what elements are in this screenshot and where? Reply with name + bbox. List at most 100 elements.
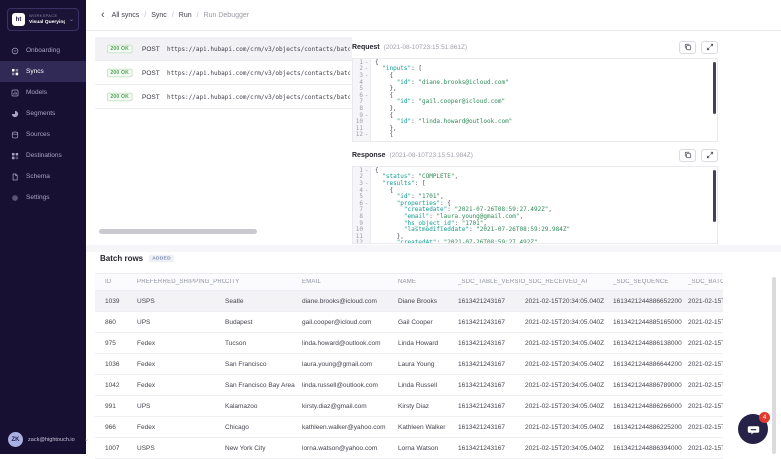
page-scrollbar[interactable] bbox=[772, 277, 776, 454]
table-cell: 1613421243167 bbox=[458, 340, 525, 347]
code-line: 5 }, bbox=[353, 85, 717, 92]
breadcrumb-item[interactable]: All syncs bbox=[112, 12, 140, 19]
table-row[interactable]: 966FedexChicagokathleen.walker@yahoo.com… bbox=[95, 417, 723, 438]
request-method: POST bbox=[142, 94, 160, 101]
copy-button[interactable] bbox=[679, 149, 696, 162]
table-cell: 2021-02-15T2 bbox=[688, 424, 723, 431]
request-method: POST bbox=[142, 46, 160, 53]
table-row[interactable]: 991UPSKalamazookirsty.diaz@gmail.comKirs… bbox=[95, 396, 723, 417]
back-chevron-icon[interactable]: ‹ bbox=[101, 10, 105, 21]
breadcrumb-separator: / bbox=[197, 12, 199, 19]
breadcrumb-item[interactable]: Run bbox=[179, 12, 192, 19]
table-cell: 2021-02-15T2 bbox=[688, 403, 723, 410]
sidebar-item-label: Onboarding bbox=[26, 47, 60, 54]
table-row[interactable]: 860UPSBudapestgail.cooper@icloud.comGail… bbox=[95, 312, 723, 333]
table-cell: 2021-02-15T20:34:05.040Z bbox=[525, 340, 613, 347]
table-cell: Chicago bbox=[225, 424, 302, 431]
table-cell: 1613421243167 bbox=[458, 445, 525, 452]
table-cell: Kathleen Walker bbox=[398, 424, 458, 431]
request-timestamp: (2021-08-10T23:15:51.861Z) bbox=[384, 44, 467, 51]
breadcrumb-item[interactable]: Sync bbox=[151, 12, 167, 19]
table-cell: Fedex bbox=[137, 361, 225, 368]
table-cell: Fedex bbox=[137, 424, 225, 431]
table-cell: Tucson bbox=[225, 340, 302, 347]
sidebar-item-models[interactable]: Models bbox=[0, 82, 86, 103]
expand-icon bbox=[706, 43, 714, 51]
table-cell: Kalamazoo bbox=[225, 403, 302, 410]
table-cell: 2021-02-15T20:34:05.040Z bbox=[525, 298, 613, 305]
table-row[interactable]: 1039USPSSeatlediane.brooks@icloud.comDia… bbox=[95, 291, 723, 312]
table-cell: linda.howard@outlook.com bbox=[302, 340, 398, 347]
code-line: 3- "results": [ bbox=[353, 180, 717, 187]
table-cell: kathleen.walker@yahoo.com bbox=[302, 424, 398, 431]
response-panel-title: Response bbox=[352, 152, 385, 159]
table-row[interactable]: 1042FedexSan Francisco Bay Arealinda.rus… bbox=[95, 375, 723, 396]
table-cell: 2021-02-15T2 bbox=[688, 382, 723, 389]
column-header: CITY bbox=[225, 279, 302, 285]
copy-button[interactable] bbox=[679, 41, 696, 54]
table-cell: 1613421243167 bbox=[458, 298, 525, 305]
table-cell: linda.russell@outlook.com bbox=[302, 382, 398, 389]
user-menu[interactable]: ZK zack@hightouch.io ⌄ bbox=[8, 432, 82, 447]
horizontal-scrollbar[interactable] bbox=[99, 229, 257, 234]
table-cell: 1613421244886644200 bbox=[613, 361, 688, 368]
table-row[interactable]: 975FedexTucsonlinda.howard@outlook.comLi… bbox=[95, 333, 723, 354]
avatar: ZK bbox=[8, 432, 23, 447]
sidebar: ht WORKSPACE Visual Querying D... ⌄ Onbo… bbox=[0, 0, 86, 454]
workspace-label: WORKSPACE bbox=[29, 14, 53, 17]
topbar: ‹ All syncs/Sync/Run/Run Debugger bbox=[86, 0, 781, 31]
syncs-icon bbox=[11, 68, 19, 76]
table-row[interactable]: 1007USPSNew York Citylorna.watson@yahoo.… bbox=[95, 438, 723, 459]
table-cell: 1036 bbox=[95, 361, 137, 368]
sidebar-item-label: Schema bbox=[26, 173, 50, 180]
sidebar-item-onboarding[interactable]: Onboarding bbox=[0, 40, 86, 61]
column-header: _SDC_BATCHED bbox=[688, 279, 723, 285]
code-line: 11 }, bbox=[353, 125, 717, 132]
table-cell: 1039 bbox=[95, 298, 137, 305]
response-json-editor[interactable]: 1-{2 "status": "COMPLETE",3- "results": … bbox=[352, 166, 718, 244]
request-panel-actions bbox=[674, 41, 718, 54]
sidebar-item-sources[interactable]: Sources bbox=[0, 124, 86, 145]
sidebar-item-schema[interactable]: Schema bbox=[0, 166, 86, 187]
onboarding-icon bbox=[11, 47, 19, 55]
request-row[interactable]: 200 OKPOSThttps://api.hubapi.com/crm/v3/… bbox=[95, 61, 352, 85]
request-row[interactable]: 200 OKPOSThttps://api.hubapi.com/crm/v3/… bbox=[95, 85, 352, 109]
sidebar-item-label: Sources bbox=[26, 131, 50, 138]
vertical-scrollbar[interactable] bbox=[713, 170, 716, 222]
table-cell: USPS bbox=[137, 298, 225, 305]
sidebar-item-destinations[interactable]: Destinations bbox=[0, 145, 86, 166]
table-cell: 2021-02-15T20:34:05.040Z bbox=[525, 403, 613, 410]
table-cell: 1613421243167 bbox=[458, 382, 525, 389]
table-cell: Fedex bbox=[137, 340, 225, 347]
vertical-scrollbar[interactable] bbox=[713, 62, 716, 114]
expand-button[interactable] bbox=[701, 149, 718, 162]
table-cell: 1613421243167 bbox=[458, 361, 525, 368]
sidebar-item-settings[interactable]: Settings bbox=[0, 187, 86, 208]
table-row[interactable]: 1036FedexSan Franciscolaura.young@gmail.… bbox=[95, 354, 723, 375]
batch-rows-section: Batch rows ADDED IDPREFERRED_SHIPPING_PR… bbox=[95, 252, 781, 459]
expand-button[interactable] bbox=[701, 41, 718, 54]
code-line: 12 "createdAt": "2021-07-26T08:59:27.492… bbox=[353, 240, 717, 244]
section-divider bbox=[86, 245, 781, 252]
table-cell: laura.young@gmail.com bbox=[302, 361, 398, 368]
table-cell: 1613421244886138000 bbox=[613, 340, 688, 347]
request-row[interactable]: 200 OKPOSThttps://api.hubapi.com/crm/v3/… bbox=[95, 37, 352, 61]
request-method: POST bbox=[142, 70, 160, 77]
table-cell: 2021-02-15T20:34:05.040Z bbox=[525, 382, 613, 389]
schema-icon bbox=[11, 173, 19, 181]
code-line: 2- "inputs": [ bbox=[353, 66, 717, 73]
table-cell: Fedex bbox=[137, 382, 225, 389]
chat-widget-button[interactable]: 4 bbox=[738, 414, 768, 444]
table-cell: Linda Russell bbox=[398, 382, 458, 389]
table-cell: 2021-02-15T20:34:05.040Z bbox=[525, 424, 613, 431]
table-cell: 2021-02-15T20:34:05.040Z bbox=[525, 319, 613, 326]
hightouch-logo: ht bbox=[12, 13, 25, 26]
workspace-name: Visual Querying D... bbox=[29, 19, 58, 25]
response-panel-header: Response (2021-08-10T23:15:51.984Z) bbox=[352, 148, 718, 162]
table-cell: lorna.watson@yahoo.com bbox=[302, 445, 398, 452]
request-json-editor[interactable]: 1-{2- "inputs": [3- {4 "id": "diane.broo… bbox=[352, 58, 718, 142]
sidebar-item-syncs[interactable]: Syncs bbox=[0, 61, 86, 82]
workspace-switcher[interactable]: ht WORKSPACE Visual Querying D... ⌄ bbox=[7, 8, 79, 31]
sidebar-item-segments[interactable]: Segments bbox=[0, 103, 86, 124]
request-panel-header: Request (2021-08-10T23:15:51.861Z) bbox=[352, 40, 718, 54]
